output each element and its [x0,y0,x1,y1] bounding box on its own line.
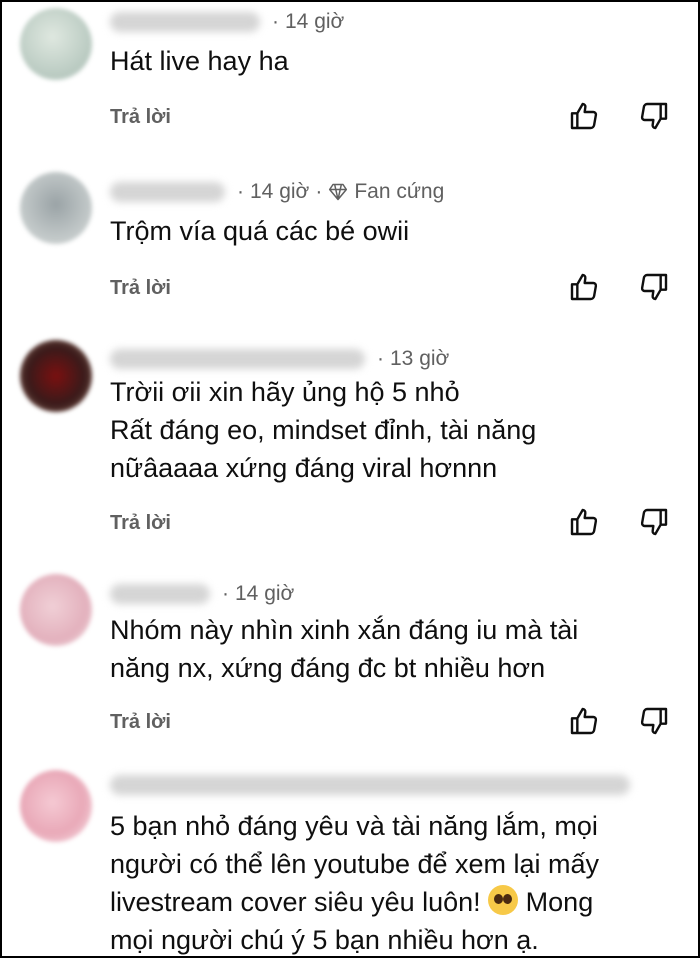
thumbs-up-icon[interactable] [568,705,600,737]
comment-text: Nhóm này nhìn xinh xắn đáng iu mà tài nă… [110,615,579,683]
author-name-blurred[interactable] [110,584,210,604]
thumbs-up-icon[interactable] [568,100,600,132]
avatar[interactable] [20,340,92,412]
comment-text: Trộm vía quá các bé owii [110,216,410,246]
comment-text: Hát live hay ha [110,46,289,76]
thumbs-down-icon[interactable] [638,705,670,737]
author-name-blurred[interactable] [110,775,630,795]
comment-time: 14 giờ [285,10,345,33]
avatar[interactable] [20,574,92,646]
reply-button[interactable]: Trả lời [110,277,171,300]
fan-badge: Fan cứng [354,180,445,203]
comment-meta: · 13 giờ [110,347,449,371]
reply-button[interactable]: Trả lời [110,711,171,734]
thumbs-up-icon[interactable] [568,271,600,303]
reply-button[interactable]: Trả lời [110,106,171,129]
diamond-icon [329,183,348,201]
avatar[interactable] [20,172,92,244]
author-name-blurred[interactable] [110,182,225,202]
avatar[interactable] [20,8,92,80]
comment-meta: · 14 giờ · Fan cứng [110,180,444,204]
pleading-face-emoji-icon [488,885,519,915]
thumbs-down-icon[interactable] [638,271,670,303]
comment-time: 14 giờ [250,180,310,203]
reply-button[interactable]: Trả lời [110,512,171,535]
comment-meta: · 14 giờ [110,10,344,34]
thumbs-up-icon[interactable] [568,506,600,538]
comment-text: Trờii ơii xin hãy ủng hộ 5 nhỏ Rất đáng … [110,377,537,483]
comment-meta: · 14 giờ [110,582,294,606]
avatar[interactable] [20,770,92,842]
thumbs-down-icon[interactable] [638,100,670,132]
comment-time: 14 giờ [235,582,295,605]
comment-text: 5 bạn nhỏ đáng yêu và tài năng lắm, mọi … [110,807,599,959]
author-name-blurred[interactable] [110,349,365,369]
thumbs-down-icon[interactable] [638,506,670,538]
comment-time: 13 giờ [390,347,450,370]
author-name-blurred[interactable] [110,12,260,32]
comment-meta [110,775,636,795]
